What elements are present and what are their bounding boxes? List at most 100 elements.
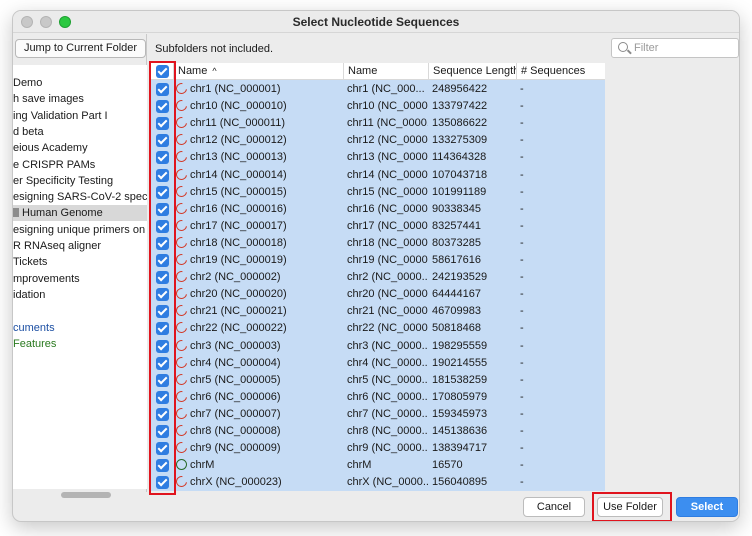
chromosome-icon bbox=[173, 200, 190, 216]
cell-sequence-length: 133797422 bbox=[432, 100, 488, 113]
table-row[interactable]: chr3 (NC_000003) chr3 (NC_0000... 19829555… bbox=[150, 337, 605, 355]
folder-tree-item-label: h save images bbox=[13, 93, 84, 106]
horizontal-scrollbar[interactable] bbox=[61, 492, 111, 498]
chromosome-icon bbox=[173, 423, 190, 439]
chromosome-icon bbox=[173, 320, 190, 336]
cell-sequence-length: 170805979 bbox=[432, 390, 488, 403]
filter-field[interactable]: Filter bbox=[611, 38, 739, 58]
table-row[interactable]: chr7 (NC_000007) chr7 (NC_0000... 15934597… bbox=[150, 405, 605, 423]
table-row[interactable]: chr4 (NC_000004) chr4 (NC_0000... 19021455… bbox=[150, 354, 605, 372]
select-button[interactable]: Select bbox=[676, 497, 738, 517]
folder-tree-item[interactable]: Features bbox=[13, 336, 147, 352]
cell-name: chr5 (NC_000005) bbox=[173, 371, 343, 389]
folder-tree-item[interactable]: Demo bbox=[13, 75, 147, 91]
folder-tree-item[interactable]: esigning SARS-CoV-2 specif bbox=[13, 189, 147, 205]
cell-name-2: chrX (NC_0000... bbox=[347, 476, 428, 489]
cell-name-text: chr6 (NC_000006) bbox=[190, 390, 281, 403]
column-header-name[interactable]: Name ^ bbox=[173, 63, 343, 80]
table-row[interactable]: chr16 (NC_000016) chr16 (NC_0000... 903383… bbox=[150, 200, 605, 218]
cell-name-text: chr4 (NC_000004) bbox=[190, 356, 281, 369]
folder-tree-item[interactable]: d beta bbox=[13, 124, 147, 140]
column-header-name-label: Name bbox=[178, 65, 208, 77]
folder-tree-item-label: d beta bbox=[13, 125, 44, 138]
column-header-name-2[interactable]: Name bbox=[343, 63, 428, 80]
cell-name-text: chr8 (NC_000008) bbox=[190, 425, 281, 437]
table-row[interactable]: chrX (NC_000023) chrX (NC_0000... 15604089… bbox=[150, 474, 605, 491]
table-row[interactable]: chr17 (NC_000017) chr17 (NC_0000... 832574… bbox=[150, 217, 605, 235]
table-row[interactable]: chr14 (NC_000014) chr14 (NC_0000... 107043… bbox=[150, 166, 605, 184]
cell-sequence-length: 64444167 bbox=[432, 288, 481, 301]
table-row[interactable]: chr5 (NC_000005) chr5 (NC_0000... 18153825… bbox=[150, 371, 605, 389]
cell-sequence-length: 90338345 bbox=[432, 202, 481, 215]
cell-name-text: chr20 (NC_000020) bbox=[190, 288, 287, 301]
column-header-sequence-length[interactable]: Sequence Length bbox=[428, 63, 516, 80]
chromosome-icon bbox=[173, 337, 190, 353]
cell-name-2: chr3 (NC_0000... bbox=[347, 339, 428, 352]
window-title: Select Nucleotide Sequences bbox=[292, 15, 460, 29]
folder-tree-item[interactable]: R RNAseq aligner bbox=[13, 238, 147, 254]
cell-sequence-count: - bbox=[520, 373, 524, 386]
cell-name-2: chr12 (NC_0000... bbox=[347, 134, 428, 147]
search-icon bbox=[618, 42, 628, 52]
folder-tree-item[interactable]: mprovements bbox=[13, 271, 147, 287]
table-row[interactable]: chrM chrM 16570 - bbox=[150, 457, 605, 474]
folder-tree-item-label: e CRISPR PAMs bbox=[13, 158, 96, 171]
cell-sequence-count: - bbox=[520, 271, 524, 284]
folder-tree-item[interactable]: cuments bbox=[13, 320, 147, 336]
folder-tree-item[interactable]: ing Validation Part I bbox=[13, 108, 147, 124]
table-row[interactable]: chr19 (NC_000019) chr19 (NC_0000... 586176… bbox=[150, 252, 605, 269]
folder-tree-item[interactable]: er Specificity Testing bbox=[13, 173, 147, 189]
folder-tree-item[interactable]: esigning unique primers on bbox=[13, 222, 147, 238]
table-row[interactable]: chr12 (NC_000012) chr12 (NC_0000... 133275… bbox=[150, 132, 605, 149]
cell-sequence-length: 58617616 bbox=[432, 254, 481, 266]
select-sequences-dialog: Select Nucleotide Sequences Jump to Curr… bbox=[12, 10, 740, 522]
cell-sequence-count: - bbox=[520, 459, 524, 472]
cell-sequence-length: 198295559 bbox=[432, 339, 488, 352]
folder-tree-item-label: Demo bbox=[13, 77, 43, 89]
cell-name-2: chr19 (NC_0000... bbox=[347, 254, 428, 266]
cell-sequence-count: - bbox=[520, 339, 524, 352]
folder-tree-item-label: er Specificity Testing bbox=[13, 174, 114, 187]
table-row[interactable]: chr15 (NC_000015) chr15 (NC_0000... 101991… bbox=[150, 183, 605, 201]
table-row[interactable]: chr13 (NC_000013) chr13 (NC_0000... 114364… bbox=[150, 149, 605, 166]
table-row[interactable]: chr11 (NC_000011) chr11 (NC_0000... 135086… bbox=[150, 115, 605, 132]
folder-tree-item[interactable]: Human Genome bbox=[13, 205, 147, 222]
folder-tree-item[interactable] bbox=[13, 303, 147, 319]
cancel-button[interactable]: Cancel bbox=[523, 497, 585, 517]
folder-tree-item-label: cuments bbox=[13, 321, 55, 334]
cell-sequence-length: 135086622 bbox=[432, 117, 488, 130]
table-row[interactable]: chr8 (NC_000008) chr8 (NC_0000... 14513863… bbox=[150, 423, 605, 440]
table-row[interactable]: chr18 (NC_000018) chr18 (NC_0000... 803732… bbox=[150, 234, 605, 252]
cell-sequence-length: 145138636 bbox=[432, 425, 488, 437]
cell-name: chr22 (NC_000022) bbox=[173, 320, 343, 337]
table-row[interactable]: chr22 (NC_000022) chr22 (NC_0000... 508184… bbox=[150, 320, 605, 337]
table-row[interactable]: chr10 (NC_000010) chr10 (NC_0000... 133797… bbox=[150, 98, 605, 115]
cell-sequence-length: 16570 bbox=[432, 459, 463, 472]
folder-tree-item[interactable]: e CRISPR PAMs bbox=[13, 157, 147, 173]
cell-name: chrX (NC_000023) bbox=[173, 474, 343, 491]
cell-name-text: chr14 (NC_000014) bbox=[190, 168, 287, 181]
cell-name: chr12 (NC_000012) bbox=[173, 132, 343, 149]
table-row[interactable]: chr1 (NC_000001) chr1 (NC_000... 248956422… bbox=[150, 81, 605, 98]
folder-tree-item[interactable]: eious Academy bbox=[13, 140, 147, 156]
cell-sequence-count: - bbox=[520, 254, 524, 266]
table-row[interactable]: chr9 (NC_000009) chr9 (NC_0000... 13839471… bbox=[150, 440, 605, 457]
cell-sequence-count: - bbox=[520, 236, 524, 249]
cell-name-text: chr5 (NC_000005) bbox=[190, 373, 281, 386]
column-header-sequence-count[interactable]: # Sequences bbox=[516, 63, 605, 80]
cell-name-2: chr5 (NC_0000... bbox=[347, 373, 428, 386]
filter-input[interactable]: Filter bbox=[634, 42, 658, 54]
folder-tree-item[interactable]: idation bbox=[13, 287, 147, 303]
jump-to-current-folder-button[interactable]: Jump to Current Folder bbox=[15, 39, 146, 58]
cell-name-2: chrM bbox=[347, 459, 372, 472]
cell-name-2: chr15 (NC_0000... bbox=[347, 185, 428, 198]
table-row[interactable]: chr20 (NC_000020) chr20 (NC_0000... 644441… bbox=[150, 286, 605, 303]
folder-tree-item[interactable]: h save images bbox=[13, 91, 147, 107]
folder-tree[interactable]: Demo h save images ing Validation Part I d … bbox=[13, 65, 147, 489]
table-row[interactable]: chr2 (NC_000002) chr2 (NC_0000... 24219352… bbox=[150, 269, 605, 286]
cell-sequence-count: - bbox=[520, 305, 524, 318]
table-row[interactable]: chr21 (NC_000021) chr21 (NC_0000... 467099… bbox=[150, 303, 605, 320]
cell-sequence-length: 46709983 bbox=[432, 305, 481, 318]
folder-tree-item[interactable]: Tickets bbox=[13, 254, 147, 270]
table-row[interactable]: chr6 (NC_000006) chr6 (NC_0000... 17080597… bbox=[150, 388, 605, 406]
